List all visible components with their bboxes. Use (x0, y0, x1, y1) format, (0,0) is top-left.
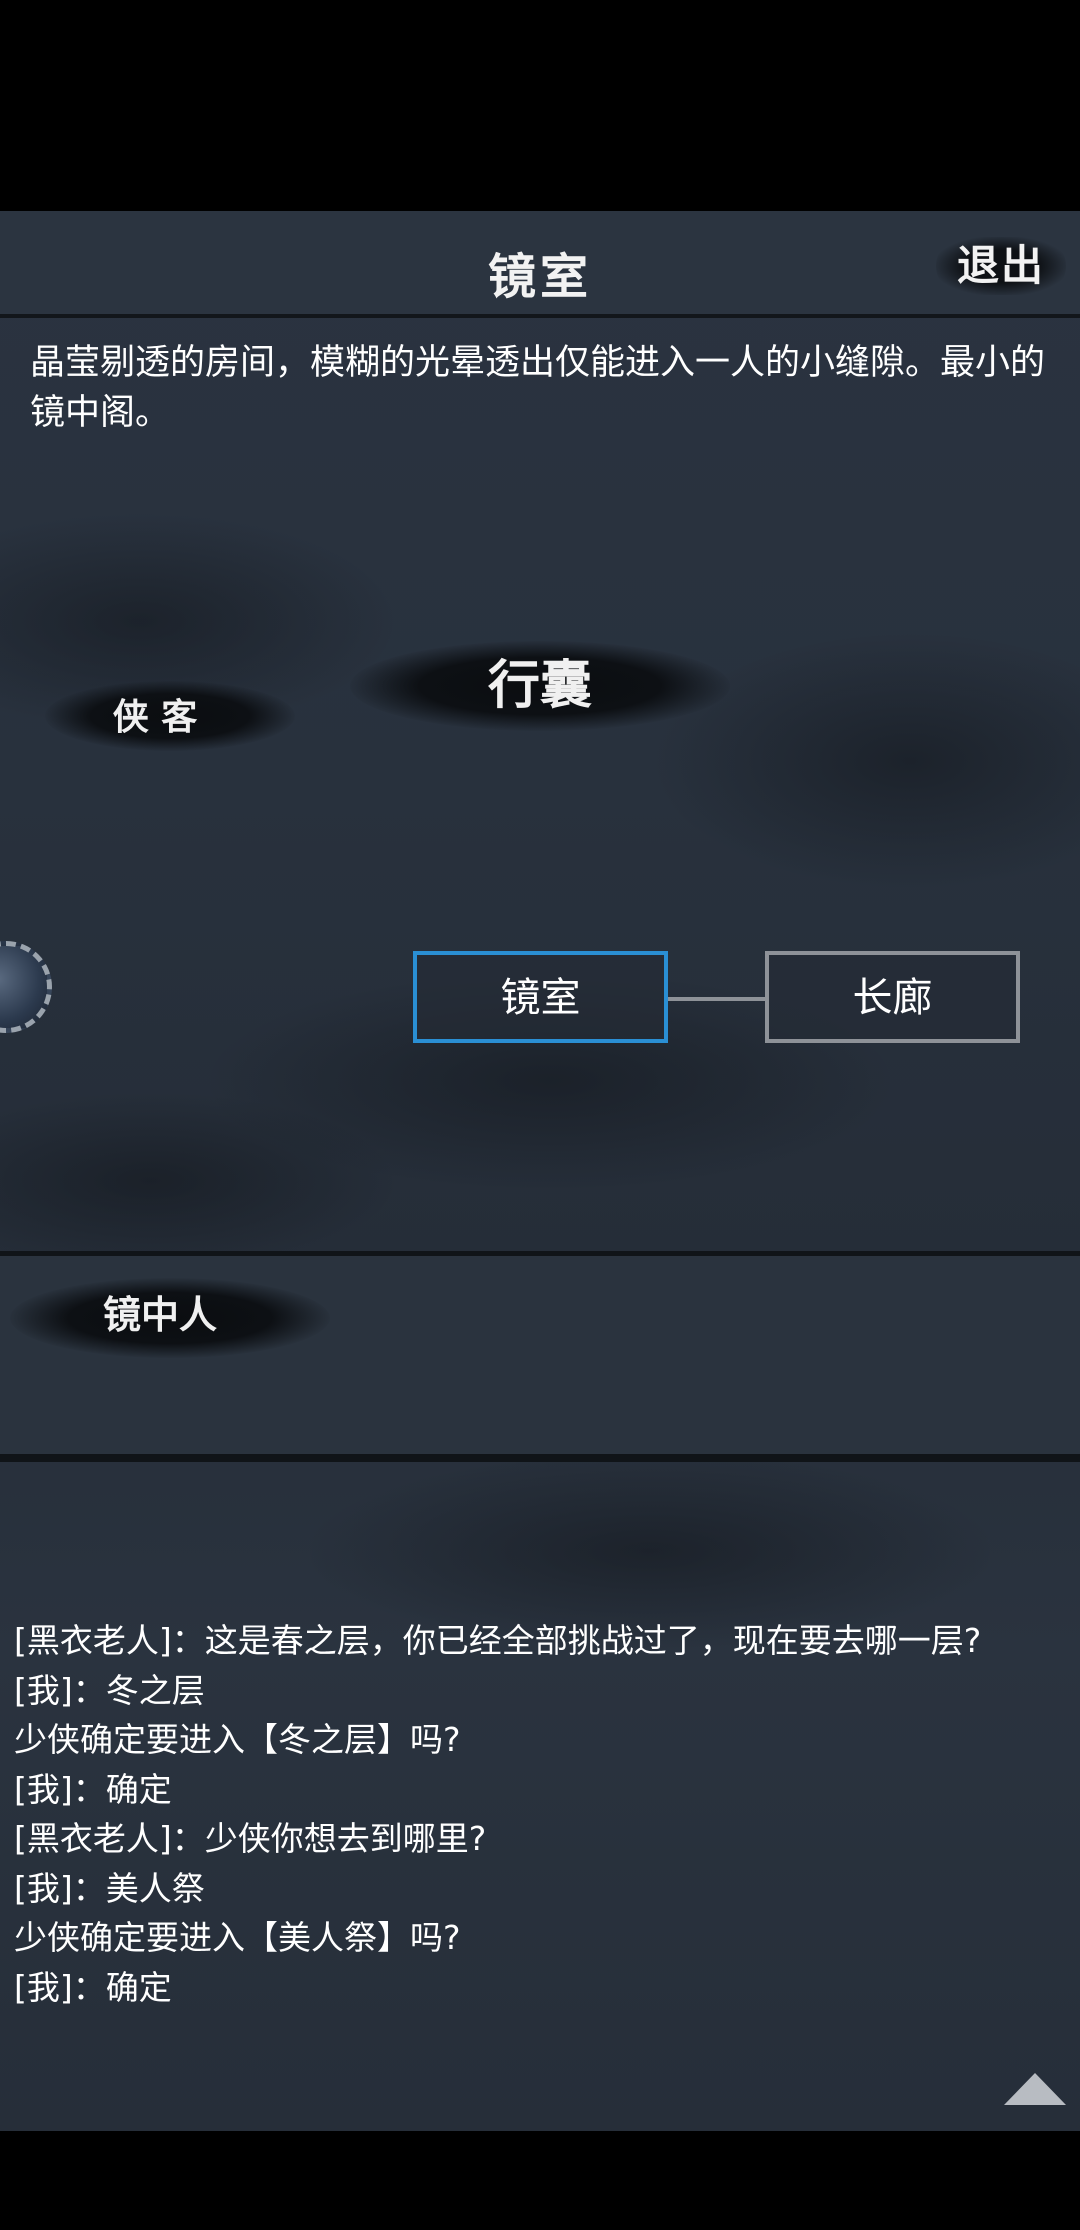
log-line: 少侠确定要进入【冬之层】吗? (14, 1720, 461, 1759)
log-line: [我]：确定 (14, 1769, 172, 1809)
log-line: [黑衣老人]：这是春之层，你已经全部挑战过了，现在要去哪一层? (14, 1621, 982, 1660)
exit-button[interactable]: 退出 (936, 237, 1066, 295)
screen: 镜室 退出 晶莹剔透的房间，模糊的光晕透出仅能进入一人的小缝隙。最小的镜中阁。 … (0, 0, 1080, 2230)
message-log: [黑衣老人]：这是春之层，你已经全部挑战过了，现在要去哪一层? [我]：冬之层 … (14, 1616, 1054, 2012)
player-avatar[interactable] (0, 941, 52, 1033)
npc-panel: 镜中人 (0, 1256, 1080, 1461)
map-room-adjacent[interactable]: 长廊 (765, 951, 1020, 1043)
game-area: 镜室 退出 晶莹剔透的房间，模糊的光晕透出仅能进入一人的小缝隙。最小的镜中阁。 … (0, 211, 1080, 2131)
log-line: [我]：确定 (14, 1967, 172, 2007)
scroll-up-arrow-icon[interactable] (1004, 2073, 1066, 2105)
header-bar: 镜室 退出 (0, 211, 1080, 318)
map-room-current[interactable]: 镜室 (413, 951, 668, 1043)
log-line: [黑衣老人]：少侠你想去到哪里? (14, 1819, 487, 1858)
bag-button[interactable]: 行囊 (440, 651, 640, 721)
hero-button[interactable]: 侠 客 (70, 689, 240, 745)
map-connector (668, 997, 765, 1001)
section-divider (0, 1454, 1080, 1462)
log-line: 少侠确定要进入【美人祭】吗? (14, 1918, 461, 1957)
log-line: [我]：冬之层 (14, 1670, 205, 1710)
room-description: 晶莹剔透的房间，模糊的光晕透出仅能进入一人的小缝隙。最小的镜中阁。 (30, 343, 1046, 433)
page-title: 镜室 (487, 249, 592, 305)
npc-mirror-person[interactable]: 镜中人 (60, 1284, 260, 1346)
log-line: [我]：美人祭 (14, 1868, 205, 1908)
